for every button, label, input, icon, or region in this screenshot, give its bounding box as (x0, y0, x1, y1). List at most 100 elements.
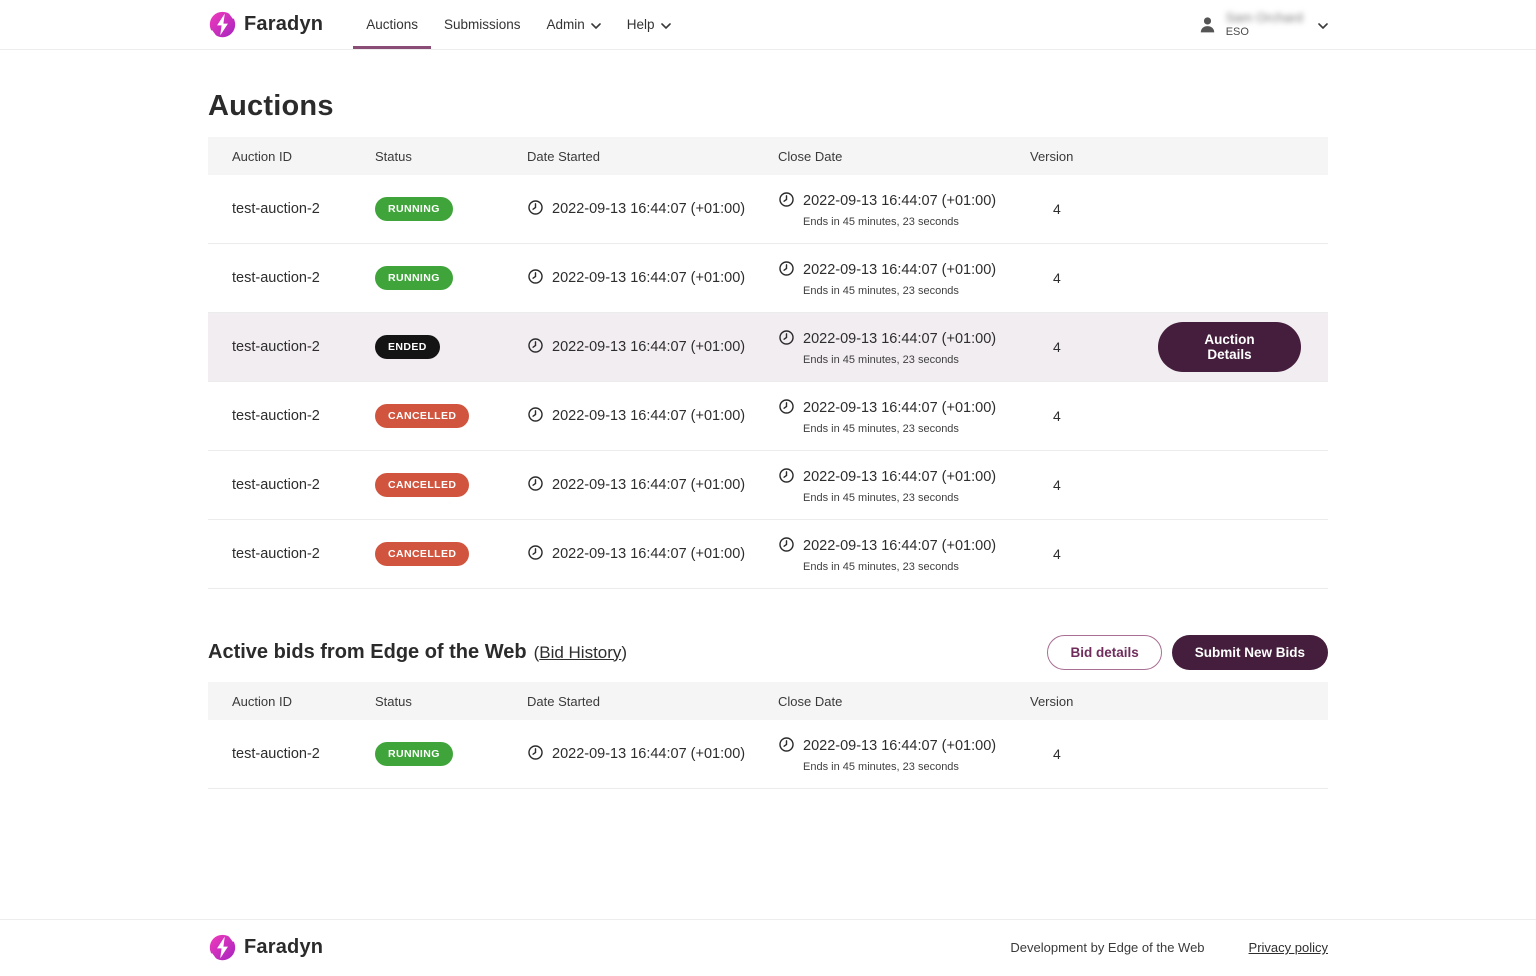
footer-brand[interactable]: Faradyn (208, 933, 323, 962)
clock-icon (778, 736, 795, 757)
user-name: Sam Orchard (1226, 10, 1303, 26)
column-header: Date Started (527, 149, 778, 164)
ends-in-text: Ends in 45 minutes, 23 seconds (803, 354, 1030, 366)
auction-id-cell: test-auction-2 (232, 408, 375, 424)
status-cell: CANCELLED (375, 542, 527, 566)
user-org: ESO (1226, 26, 1303, 40)
version-cell: 4 (1030, 270, 1158, 286)
close-date-cell: 2022-09-13 16:44:07 (+01:00) Ends in 45 … (778, 398, 1030, 435)
column-header: Version (1030, 694, 1158, 709)
clock-icon (527, 744, 544, 765)
status-cell: CANCELLED (375, 473, 527, 497)
clock-icon (527, 268, 544, 289)
nav-item-help[interactable]: Help (614, 0, 684, 49)
main-nav: Auctions Submissions Admin Help (353, 0, 683, 49)
status-badge: RUNNING (375, 742, 453, 766)
privacy-policy-link[interactable]: Privacy policy (1249, 940, 1328, 955)
column-header: Date Started (527, 694, 778, 709)
bid-history-link[interactable]: Bid History (539, 643, 621, 662)
top-navigation-bar: Faradyn Auctions Submissions Admin Help … (0, 0, 1536, 50)
column-header: Auction ID (232, 149, 375, 164)
active-bids-table-header: Auction ID Status Date Started Close Dat… (208, 682, 1328, 720)
close-date-cell: 2022-09-13 16:44:07 (+01:00) Ends in 45 … (778, 536, 1030, 573)
auction-id-cell: test-auction-2 (232, 546, 375, 562)
ends-in-text: Ends in 45 minutes, 23 seconds (803, 561, 1030, 573)
version-cell: 4 (1030, 546, 1158, 562)
clock-icon (527, 337, 544, 358)
table-row: test-auction-2 CANCELLED 2022-09-13 16:4… (208, 382, 1328, 451)
auction-id-cell: test-auction-2 (232, 270, 375, 286)
table-row: test-auction-2 RUNNING 2022-09-13 16:44:… (208, 720, 1328, 789)
ends-in-text: Ends in 45 minutes, 23 seconds (803, 423, 1030, 435)
nav-item-submissions[interactable]: Submissions (431, 0, 534, 49)
auction-id-cell: test-auction-2 (232, 477, 375, 493)
date-started-cell: 2022-09-13 16:44:07 (+01:00) (527, 268, 778, 289)
clock-icon (778, 191, 795, 212)
user-avatar-icon (1198, 15, 1217, 34)
status-cell: RUNNING (375, 197, 527, 221)
clock-icon (527, 475, 544, 496)
column-header: Version (1030, 149, 1158, 164)
auction-id-cell: test-auction-2 (232, 201, 375, 217)
ends-in-text: Ends in 45 minutes, 23 seconds (803, 492, 1030, 504)
ends-in-text: Ends in 45 minutes, 23 seconds (803, 761, 1030, 773)
close-date-cell: 2022-09-13 16:44:07 (+01:00) Ends in 45 … (778, 329, 1030, 366)
column-header: Auction ID (232, 694, 375, 709)
version-cell: 4 (1030, 339, 1158, 355)
auction-id-cell: test-auction-2 (232, 746, 375, 762)
clock-icon (527, 544, 544, 565)
footer-brand-name: Faradyn (244, 936, 323, 959)
active-bids-table: Auction ID Status Date Started Close Dat… (208, 682, 1328, 789)
clock-icon (778, 398, 795, 419)
status-badge: CANCELLED (375, 404, 469, 428)
brand-name: Faradyn (244, 13, 323, 36)
auction-id-cell: test-auction-2 (232, 339, 375, 355)
date-started-cell: 2022-09-13 16:44:07 (+01:00) (527, 406, 778, 427)
auctions-table: Auction ID Status Date Started Close Dat… (208, 137, 1328, 589)
table-row: test-auction-2 CANCELLED 2022-09-13 16:4… (208, 451, 1328, 520)
column-header: Close Date (778, 694, 1030, 709)
date-started-cell: 2022-09-13 16:44:07 (+01:00) (527, 744, 778, 765)
version-cell: 4 (1030, 408, 1158, 424)
nav-item-auctions[interactable]: Auctions (353, 0, 431, 49)
user-menu[interactable]: Sam Orchard ESO (1198, 0, 1328, 49)
status-cell: RUNNING (375, 266, 527, 290)
version-cell: 4 (1030, 477, 1158, 493)
close-date-cell: 2022-09-13 16:44:07 (+01:00) Ends in 45 … (778, 736, 1030, 773)
status-badge: CANCELLED (375, 542, 469, 566)
bid-details-button[interactable]: Bid details (1047, 635, 1161, 670)
page-footer: Faradyn Development by Edge of the Web P… (0, 919, 1536, 976)
status-badge: CANCELLED (375, 473, 469, 497)
chevron-down-icon (591, 17, 601, 32)
table-row: test-auction-2 RUNNING 2022-09-13 16:44:… (208, 175, 1328, 244)
date-started-cell: 2022-09-13 16:44:07 (+01:00) (527, 199, 778, 220)
page-title: Auctions (208, 90, 1328, 123)
date-started-cell: 2022-09-13 16:44:07 (+01:00) (527, 544, 778, 565)
status-badge: ENDED (375, 335, 440, 359)
chevron-down-icon (661, 17, 671, 32)
chevron-down-icon (1318, 16, 1328, 34)
version-cell: 4 (1030, 201, 1158, 217)
date-started-cell: 2022-09-13 16:44:07 (+01:00) (527, 475, 778, 496)
status-cell: ENDED (375, 335, 527, 359)
column-header: Close Date (778, 149, 1030, 164)
column-header: Status (375, 694, 527, 709)
active-bids-title: Active bids from Edge of the Web (208, 641, 527, 664)
ends-in-text: Ends in 45 minutes, 23 seconds (803, 216, 1030, 228)
status-cell: RUNNING (375, 742, 527, 766)
date-started-cell: 2022-09-13 16:44:07 (+01:00) (527, 337, 778, 358)
close-date-cell: 2022-09-13 16:44:07 (+01:00) Ends in 45 … (778, 467, 1030, 504)
clock-icon (778, 467, 795, 488)
ends-in-text: Ends in 45 minutes, 23 seconds (803, 285, 1030, 297)
faradyn-logo-icon (208, 10, 237, 39)
brand-logo[interactable]: Faradyn (208, 0, 323, 49)
auctions-table-header: Auction ID Status Date Started Close Dat… (208, 137, 1328, 175)
table-row: test-auction-2 ENDED 2022-09-13 16:44:07… (208, 313, 1328, 382)
clock-icon (527, 406, 544, 427)
submit-new-bids-button[interactable]: Submit New Bids (1172, 635, 1328, 670)
auction-details-button[interactable]: Auction Details (1158, 322, 1301, 372)
nav-item-admin[interactable]: Admin (534, 0, 614, 49)
status-badge: RUNNING (375, 266, 453, 290)
version-cell: 4 (1030, 746, 1158, 762)
active-bids-header: Active bids from Edge of the Web (Bid Hi… (208, 635, 1328, 670)
